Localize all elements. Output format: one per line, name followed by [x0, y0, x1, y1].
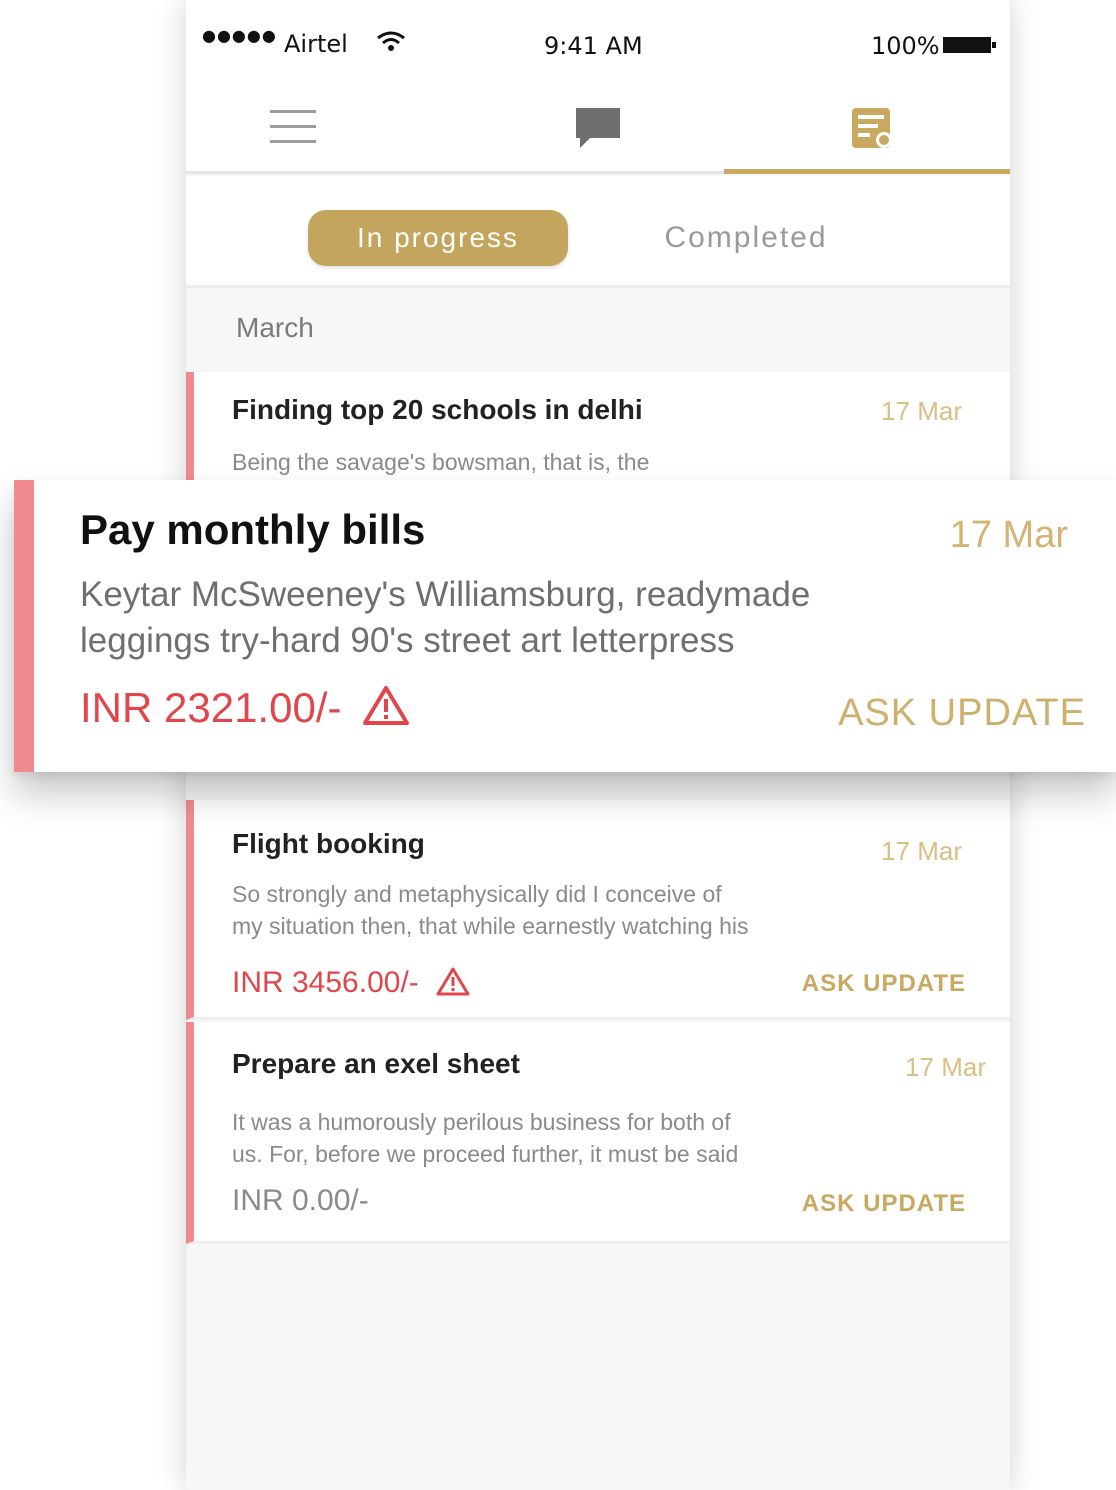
battery-icon	[943, 37, 996, 53]
warning-icon	[436, 967, 470, 996]
task-description: It was a humorously perilous business fo…	[232, 1106, 872, 1170]
task-amount: INR 0.00/-	[232, 1184, 369, 1217]
task-date: 17 Mar	[881, 396, 962, 426]
task-amount: INR 2321.00/-	[80, 684, 411, 732]
task-date: 17 Mar	[881, 836, 962, 866]
task-title: Pay monthly bills	[80, 506, 426, 553]
task-amount: INR 3456.00/-	[232, 966, 471, 1000]
task-description-line: us. For, before we proceed further, it m…	[232, 1141, 739, 1167]
status-bar: ●●●●● Airtel 9:41 AM 100%	[186, 0, 1010, 90]
task-description: Keytar McSweeney's Williamsburg, readyma…	[80, 572, 980, 664]
nav-menu-button[interactable]	[266, 98, 322, 158]
status-time: 9:41 AM	[544, 32, 643, 60]
active-tab-indicator	[724, 169, 1010, 174]
menu-icon	[270, 110, 316, 143]
nav-chat-button[interactable]	[572, 98, 624, 158]
task-title: Flight booking	[232, 828, 425, 859]
task-item[interactable]: Finding top 20 schools in delhi 17 Mar B…	[186, 372, 1010, 482]
task-amount-value: INR 3456.00/-	[232, 966, 419, 999]
signal-strength-icon: ●●●●●	[202, 26, 277, 45]
task-description-line: Keytar McSweeney's Williamsburg, readyma…	[80, 575, 811, 614]
task-item[interactable]: Prepare an exel sheet 17 Mar It was a hu…	[186, 1022, 1010, 1244]
warning-icon	[363, 686, 410, 725]
battery-percent: 100%	[871, 32, 940, 60]
task-description-line: It was a humorously perilous business fo…	[232, 1109, 731, 1135]
tab-completed[interactable]: Completed	[626, 210, 866, 266]
task-description: So strongly and metaphysically did I con…	[232, 878, 872, 942]
task-item-highlighted[interactable]: Pay monthly bills 17 Mar Keytar McSweene…	[14, 480, 1116, 772]
status-filter: In progress Completed	[186, 176, 1010, 288]
screenshot-stage: ●●●●● Airtel 9:41 AM 100% In progress Co…	[0, 0, 1116, 1490]
task-title: Prepare an exel sheet	[232, 1048, 520, 1079]
top-navigation	[186, 90, 1010, 174]
carrier-name: Airtel	[284, 30, 348, 58]
tab-in-progress[interactable]: In progress	[308, 210, 568, 266]
task-title: Finding top 20 schools in delhi	[232, 394, 643, 425]
task-description-line: my situation then, that while earnestly …	[232, 913, 749, 939]
chat-icon	[576, 108, 620, 148]
task-date: 17 Mar	[905, 1052, 986, 1082]
task-description: Being the savage's bowsman, that is, the	[232, 449, 650, 475]
task-description-line: So strongly and metaphysically did I con…	[232, 881, 722, 907]
task-amount-value: INR 2321.00/-	[80, 684, 342, 731]
task-description-line: leggings try-hard 90's street art letter…	[80, 621, 735, 660]
ask-update-button[interactable]: ASK UPDATE	[802, 970, 966, 998]
ask-update-button[interactable]: ASK UPDATE	[838, 692, 1086, 735]
month-section-header: March	[236, 312, 314, 343]
wifi-icon	[377, 31, 405, 51]
nav-tasks-button[interactable]	[848, 98, 896, 158]
tasks-icon	[852, 108, 892, 148]
ask-update-button[interactable]: ASK UPDATE	[802, 1190, 966, 1218]
task-item[interactable]: Flight booking 17 Mar So strongly and me…	[186, 800, 1010, 1020]
task-date: 17 Mar	[949, 514, 1068, 556]
